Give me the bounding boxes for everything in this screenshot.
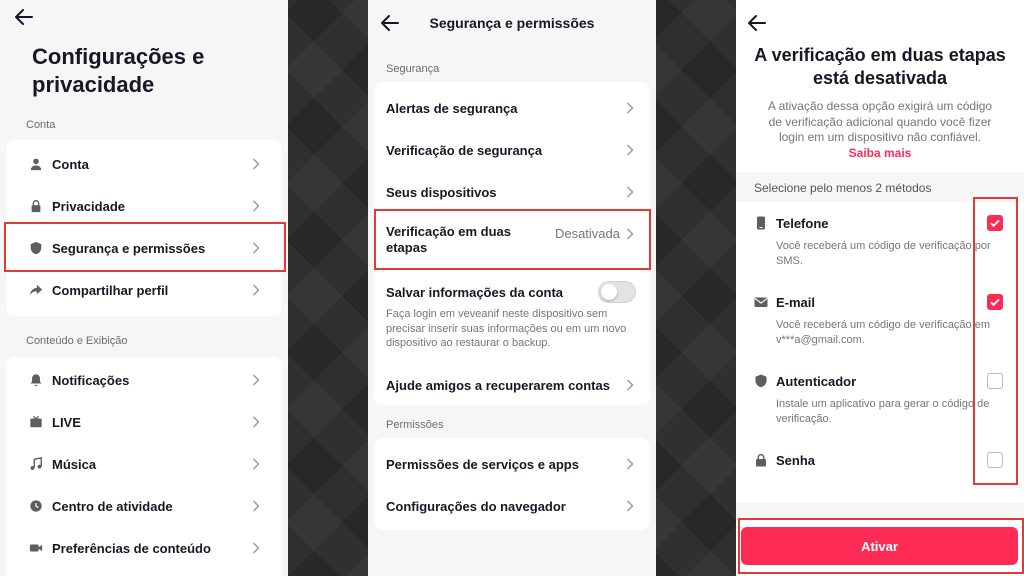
chevron-right-icon [252,374,260,386]
menu-item-permissoes-servicos[interactable]: Permissões de serviços e apps [374,454,650,474]
menu-item-label: Centro de atividade [52,498,173,514]
method-title: E-mail [776,295,816,310]
section-label-account: Conta [26,119,56,131]
menu-item-preferencias[interactable]: Preferências de conteúdo [6,538,282,558]
chevron-right-icon [626,186,634,198]
learn-more-link[interactable]: Saiba mais [849,146,912,160]
chevron-right-icon [252,416,260,428]
menu-item-label: LIVE [52,414,81,430]
two-step-verification-screen: A verificação em duas etapas está desati… [736,0,1024,576]
chevron-right-icon [626,144,634,156]
music-icon [28,456,44,472]
menu-item-centro-atividade[interactable]: Centro de atividade [6,496,282,516]
method-title: Telefone [776,216,829,231]
method-title: Senha [776,453,816,468]
back-arrow-icon[interactable] [745,11,769,35]
lock-icon [754,453,768,467]
menu-item-dispositivos[interactable]: Seus dispositivos [374,182,650,202]
highlight-box [374,209,651,270]
select-methods-label: Selecione pelo menos 2 métodos [754,181,932,195]
menu-item-label: Música [52,456,97,472]
menu-item-label: Ajude amigos a recuperarem contas [386,377,610,393]
clock-icon [28,498,44,514]
share-icon [28,282,44,298]
highlight-box [4,222,286,272]
menu-item-verificacao-seguranca[interactable]: Verificação de segurança [374,140,650,160]
chevron-right-icon [252,284,260,296]
menu-item-musica[interactable]: Música [6,454,282,474]
chevron-right-icon [252,158,260,170]
chevron-right-icon [626,500,634,512]
menu-item-conta[interactable]: Conta [6,154,282,174]
toggle-knob [601,284,617,300]
menu-item-label: Seus dispositivos [386,184,497,200]
highlight-box [973,197,1018,485]
chevron-right-icon [252,458,260,470]
phone-icon [754,216,768,230]
security-permissions-screen: Segurança e permissões Segurança Alertas… [368,0,656,576]
section-label-permissions: Permissões [386,419,444,431]
menu-item-label: Configurações do navegador [386,498,566,514]
menu-item-label: Privacidade [52,198,125,214]
menu-item-navegador[interactable]: Configurações do navegador [374,496,650,516]
menu-item-compartilhar[interactable]: Compartilhar perfil [6,280,282,300]
method-title: Autenticador [776,374,857,389]
permissions-card: Permissões de serviços e apps Configuraç… [374,438,650,530]
person-icon [28,156,44,172]
menu-item-alertas[interactable]: Alertas de segurança [374,98,650,118]
mail-icon [754,295,768,309]
tv-icon [28,414,44,430]
menu-item-label: Conta [52,156,89,172]
highlight-box [738,518,1024,574]
content-card: Notificações LIVE Música Centro de ativi… [6,357,282,576]
chevron-right-icon [626,102,634,114]
menu-item-label: Salvar informações da conta [386,284,564,300]
divider [736,503,1024,517]
menu-item-label: Permissões de serviços e apps [386,456,579,472]
menu-item-label: Alertas de segurança [386,100,518,116]
save-info-description: Faça login em veveanif neste dispositivo… [386,308,627,349]
page-title: Configurações e privacidade [32,44,205,97]
section-label-content: Conteúdo e Exibição [26,335,128,347]
menu-item-recuperar[interactable]: Ajude amigos a recuperarem contas [374,375,650,395]
chevron-right-icon [626,458,634,470]
bell-icon [28,372,44,388]
chevron-right-icon [252,542,260,554]
settings-privacy-screen: Configurações e privacidade Conta Conta … [0,0,288,576]
menu-item-notificacoes[interactable]: Notificações [6,370,282,390]
back-arrow-icon[interactable] [12,5,36,29]
menu-item-label: Notificações [52,372,130,388]
page-title: Segurança e permissões [429,15,595,31]
chevron-right-icon [626,379,634,391]
chevron-right-icon [252,500,260,512]
chevron-right-icon [252,200,260,212]
video-icon [28,540,44,556]
menu-item-live[interactable]: LIVE [6,412,282,432]
menu-item-label: Verificação de segurança [386,142,543,158]
menu-item-label: Preferências de conteúdo [52,540,211,556]
save-info-toggle[interactable] [598,281,636,303]
method-description: Você receberá um código de verificação p… [776,240,991,267]
menu-item-privacidade[interactable]: Privacidade [6,196,282,216]
section-label-security: Segurança [386,63,440,75]
lock-icon [28,198,44,214]
description-text: A ativação dessa opção exigirá um código… [767,99,993,144]
page-title: A verificação em duas etapas está desati… [754,45,1006,88]
method-description: Você receberá um código de verificação e… [776,319,991,346]
shield-icon [754,374,768,388]
method-description: Instale um aplicativo para gerar o códig… [776,398,990,425]
menu-item-label: Compartilhar perfil [52,282,169,298]
intro-description: A ativação dessa opção exigirá um código… [766,99,994,161]
